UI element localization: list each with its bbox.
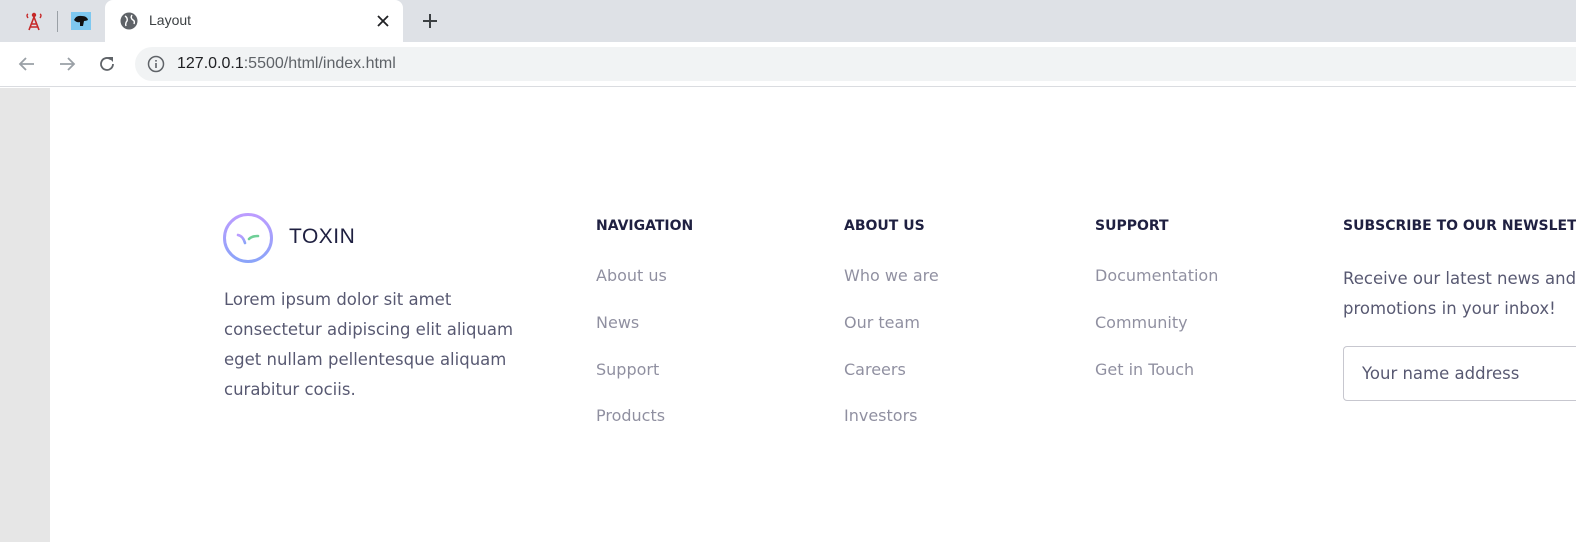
forward-button[interactable] <box>55 52 79 76</box>
navigation-heading: NAVIGATION <box>596 218 694 234</box>
globe-icon <box>120 12 138 30</box>
page-viewport: TOXIN Lorem ipsum dolor sit amet consect… <box>0 88 1576 542</box>
link-careers[interactable]: Careers <box>844 360 906 379</box>
toxin-logo-icon <box>223 213 273 263</box>
url-text[interactable]: 127.0.0.1:5500/html/index.html <box>177 55 396 73</box>
left-gutter <box>0 88 50 542</box>
link-about-us[interactable]: About us <box>596 266 667 285</box>
pinned-tab-tower[interactable] <box>21 8 47 34</box>
subscribe-text: Receive our latest news and promotions i… <box>1343 264 1576 324</box>
close-tab-button[interactable] <box>373 11 393 31</box>
arrow-right-icon <box>60 57 76 71</box>
link-who-we-are[interactable]: Who we are <box>844 266 939 285</box>
new-tab-button[interactable] <box>418 9 442 33</box>
support-heading: SUPPORT <box>1095 218 1169 234</box>
link-investors[interactable]: Investors <box>844 406 917 425</box>
url-path: :5500/html/index.html <box>243 55 396 72</box>
tab-separator <box>57 11 58 32</box>
address-bar[interactable]: 127.0.0.1:5500/html/index.html <box>135 47 1576 81</box>
tab-title: Layout <box>149 12 192 28</box>
link-our-team[interactable]: Our team <box>844 313 920 332</box>
reload-button[interactable] <box>95 52 119 76</box>
about-us-heading: ABOUT US <box>844 218 925 234</box>
tab-strip: Layout <box>0 0 1576 42</box>
panther-icon <box>71 12 91 30</box>
reload-icon <box>100 57 114 71</box>
subscribe-text-line-2: promotions in your inbox! <box>1343 299 1556 318</box>
link-news[interactable]: News <box>596 313 639 332</box>
plus-icon <box>423 14 437 28</box>
tower-icon <box>26 12 42 31</box>
subscribe-email-input[interactable] <box>1343 346 1576 401</box>
subscribe-heading: SUBSCRIBE TO OUR NEWSLETTER <box>1343 218 1576 234</box>
arrow-left-icon <box>18 57 34 71</box>
close-icon <box>377 15 389 27</box>
browser-toolbar: 127.0.0.1:5500/html/index.html <box>0 42 1576 87</box>
subscribe-text-line-1: Receive our latest news and <box>1343 269 1576 288</box>
brand-name: TOXIN <box>289 225 355 249</box>
link-support[interactable]: Support <box>596 360 659 379</box>
link-get-in-touch[interactable]: Get in Touch <box>1095 360 1194 379</box>
link-community[interactable]: Community <box>1095 313 1188 332</box>
brand-text: TOXIN <box>289 225 356 248</box>
footer-about-text: Lorem ipsum dolor sit amet consectetur a… <box>224 290 514 399</box>
tab-layout[interactable]: Layout <box>105 0 403 42</box>
info-icon[interactable] <box>147 55 165 73</box>
link-documentation[interactable]: Documentation <box>1095 266 1218 285</box>
pinned-tab-panther[interactable] <box>68 8 94 34</box>
link-products[interactable]: Products <box>596 406 665 425</box>
back-button[interactable] <box>15 52 39 76</box>
url-host: 127.0.0.1 <box>177 55 244 72</box>
